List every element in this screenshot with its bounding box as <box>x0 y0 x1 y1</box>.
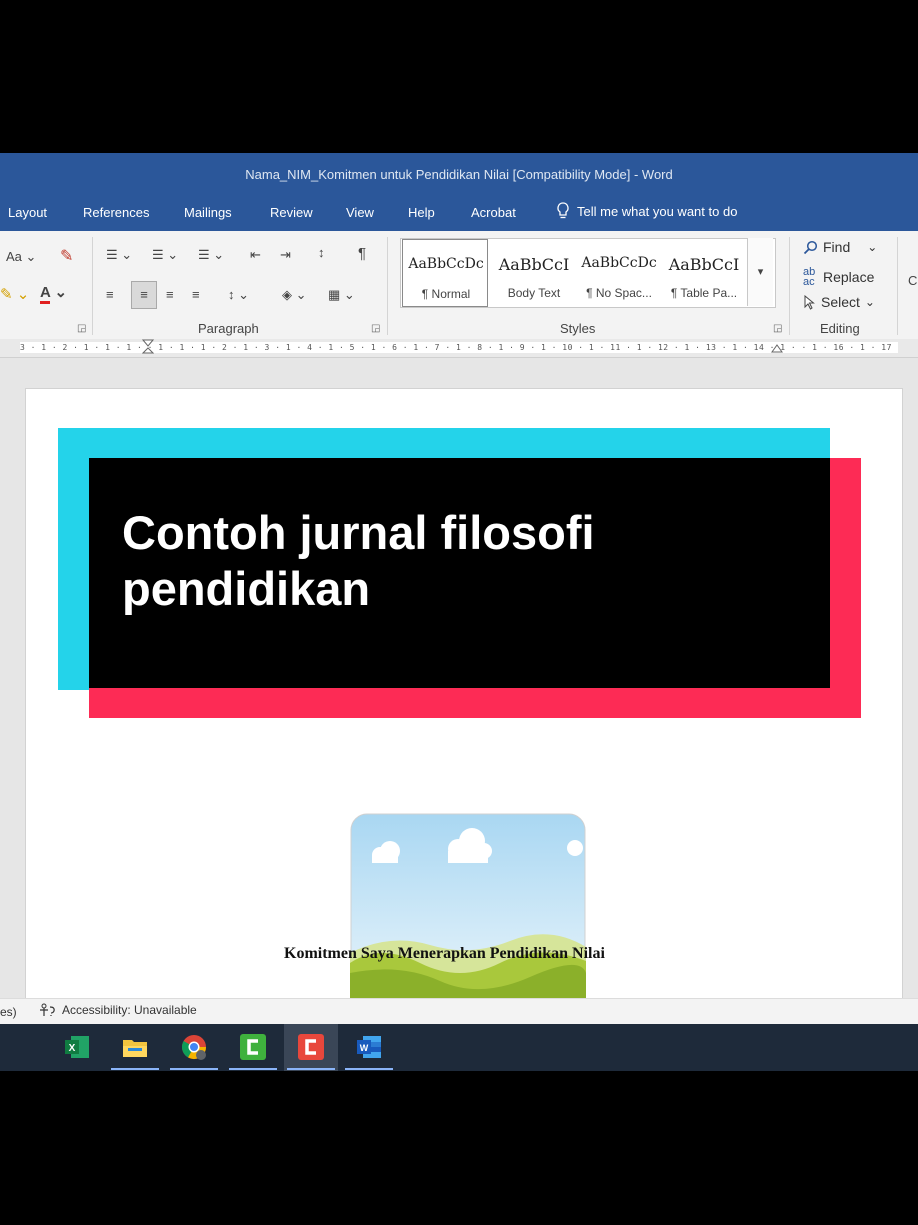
replace-button[interactable]: ab ac Replace <box>803 266 875 288</box>
ribbon-tabs: Layout References Mailings Review View H… <box>0 195 918 231</box>
select-label: Select <box>821 294 860 310</box>
highlight-icon[interactable]: ✎ ⌄ <box>0 285 29 303</box>
tab-acrobat[interactable]: Acrobat <box>471 205 516 220</box>
horizontal-ruler[interactable]: 3 · 1 · 2 · 1 · 1 · 1 · · 1 · 1 · 1 · 2 … <box>0 339 918 358</box>
styles-dialog-launcher-icon[interactable]: ◲ <box>773 323 782 334</box>
select-button[interactable]: Select ⌄ <box>803 294 875 310</box>
justify-icon[interactable]: ≡ <box>192 287 200 302</box>
multilevel-list-icon[interactable]: ☰ ⌄ <box>198 247 224 263</box>
landscape-image[interactable] <box>350 813 586 999</box>
font-color-button[interactable]: A ⌄ <box>40 283 67 304</box>
title-bar: Nama_NIM_Komitmen untuk Pendidikan Nilai… <box>0 153 918 195</box>
decrease-indent-icon[interactable]: ⇤ <box>250 247 261 263</box>
accessibility-text: Accessibility: Unavailable <box>62 1003 197 1017</box>
accessibility-status[interactable]: Accessibility: Unavailable <box>38 1003 197 1017</box>
tab-help[interactable]: Help <box>408 205 435 220</box>
cursor-icon <box>804 294 815 310</box>
divider <box>897 237 898 335</box>
lightbulb-icon <box>557 202 569 219</box>
tab-mailings[interactable]: Mailings <box>184 205 232 220</box>
shading-icon[interactable]: ◈ ⌄ <box>282 287 307 303</box>
status-fragment: es) <box>0 1005 17 1019</box>
styles-more-button[interactable]: ▾ <box>747 238 773 306</box>
increase-indent-icon[interactable]: ⇥ <box>280 247 291 263</box>
numbering-icon[interactable]: ☰ ⌄ <box>152 247 178 263</box>
taskbar-active-indicator <box>287 1068 335 1070</box>
editing-group-label: Editing <box>820 321 860 336</box>
align-right-icon[interactable]: ≡ <box>166 287 174 302</box>
ribbon: Aa ⌄ ✎ ✎ ⌄ A ⌄ ◲ ☰ ⌄ ☰ ⌄ ☰ ⌄ ⇤ ⇥ ↕ ¶ ≡ ≡… <box>0 231 918 340</box>
svg-text:W: W <box>360 1043 369 1053</box>
clear-formatting-icon[interactable]: ✎ <box>60 246 73 266</box>
tab-layout[interactable]: Layout <box>8 205 47 220</box>
style-sample: AaBbCcDc <box>581 255 657 271</box>
styles-group-label: Styles <box>560 321 596 336</box>
find-label: Find <box>823 239 851 255</box>
paragraph-group-label: Paragraph <box>198 321 259 336</box>
search-icon <box>803 240 818 254</box>
style-name: ¶ Normal <box>421 287 471 301</box>
svg-text:X: X <box>69 1043 76 1054</box>
change-case-label: Aa <box>6 249 22 264</box>
camtasia-green-icon[interactable] <box>238 1032 268 1062</box>
styles-gallery: AaBbCcDc ¶ Normal AaBbCcI Body Text AaBb… <box>400 238 776 308</box>
style-normal[interactable]: AaBbCcDc ¶ Normal <box>402 239 488 307</box>
window-title: Nama_NIM_Komitmen untuk Pendidikan Nilai… <box>245 167 673 182</box>
style-table-paragraph[interactable]: AaBbCcI ¶ Table Pa... <box>660 239 748 307</box>
style-sample: AaBbCcI <box>498 255 570 274</box>
style-name: Body Text <box>507 286 561 300</box>
find-button[interactable]: Find ⌄ <box>803 239 877 255</box>
font-dialog-launcher-icon[interactable]: ◲ <box>77 323 86 334</box>
change-case-button[interactable]: Aa ⌄ <box>6 249 36 265</box>
paragraph-dialog-launcher-icon[interactable]: ◲ <box>371 323 380 334</box>
file-explorer-icon[interactable] <box>120 1032 150 1062</box>
tell-me-box[interactable]: Tell me what you want to do <box>555 202 737 220</box>
tab-references[interactable]: References <box>83 205 149 220</box>
style-name: ¶ No Spac... <box>586 286 652 300</box>
style-name: ¶ Table Pa... <box>670 286 738 300</box>
divider <box>92 237 93 335</box>
taskbar-active-indicator <box>170 1068 218 1070</box>
font-color-label: A <box>40 284 51 304</box>
taskbar-active-indicator <box>111 1068 159 1070</box>
taskbar-active-indicator <box>345 1068 393 1070</box>
chevron-down-icon: ⌄ <box>867 240 878 254</box>
style-body-text[interactable]: AaBbCcI Body Text <box>489 239 579 307</box>
taskbar: X W <box>0 1024 918 1071</box>
document-heading: Komitmen Saya Menerapkan Pendidikan Nila… <box>284 945 605 962</box>
tab-view[interactable]: View <box>346 205 374 220</box>
borders-icon[interactable]: ▦ ⌄ <box>328 287 355 303</box>
tell-me-text: Tell me what you want to do <box>577 203 738 219</box>
replace-icon: ab ac <box>803 266 816 288</box>
show-formatting-marks-icon[interactable]: ¶ <box>358 245 366 262</box>
sort-icon[interactable]: ↕ <box>318 245 325 260</box>
divider <box>789 237 790 335</box>
chrome-icon[interactable] <box>179 1032 209 1062</box>
status-bar: es) Accessibility: Unavailable <box>0 998 918 1025</box>
camtasia-red-icon[interactable] <box>296 1032 326 1062</box>
line-spacing-icon[interactable]: ↕ ⌄ <box>228 287 249 303</box>
overlay-caption: Contoh jurnal filosofi pendidikan <box>122 506 595 615</box>
next-group-fragment: C <box>908 273 918 288</box>
style-sample: AaBbCcI <box>668 255 740 274</box>
align-center-icon[interactable]: ≡ <box>131 281 157 309</box>
style-no-spacing[interactable]: AaBbCcDc ¶ No Spac... <box>574 239 664 307</box>
right-indent-marker-icon[interactable] <box>771 344 783 356</box>
style-sample: AaBbCcDc <box>408 256 484 272</box>
bullets-icon[interactable]: ☰ ⌄ <box>106 247 132 263</box>
chevron-down-icon: ⌄ <box>864 295 875 309</box>
indent-marker-icon[interactable] <box>142 339 154 357</box>
tab-review[interactable]: Review <box>270 205 313 220</box>
excel-icon[interactable]: X <box>62 1032 92 1062</box>
accessibility-icon <box>40 1003 55 1016</box>
taskbar-active-indicator <box>229 1068 277 1070</box>
align-left-icon[interactable]: ≡ <box>106 287 114 302</box>
word-icon[interactable]: W <box>354 1032 384 1062</box>
replace-label: Replace <box>823 269 875 285</box>
divider <box>387 237 388 335</box>
